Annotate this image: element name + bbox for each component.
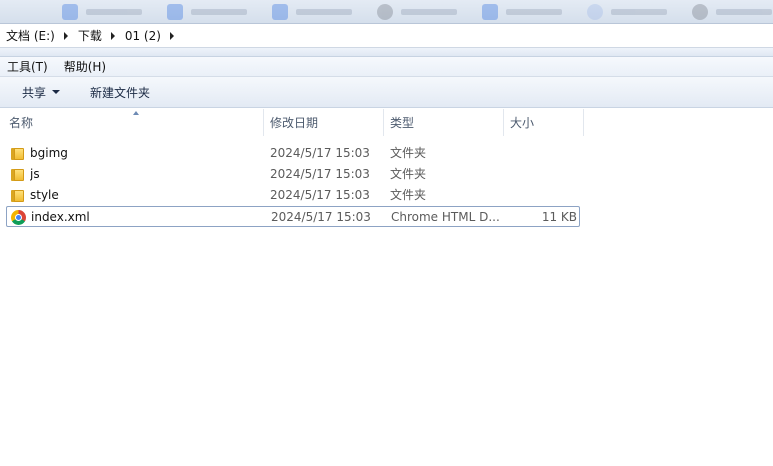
share-button[interactable]: 共享 (22, 84, 61, 101)
column-header-type[interactable]: 类型 (384, 109, 504, 136)
taskbar-tab[interactable] (375, 2, 475, 22)
app-icon (377, 4, 393, 20)
breadcrumb-item-folder[interactable]: 01 (2) (125, 29, 161, 43)
folder-icon (11, 167, 25, 181)
column-header-name[interactable]: 名称 (3, 109, 264, 136)
file-type: Chrome HTML D... (391, 210, 500, 224)
address-bar[interactable]: 文档 (E:) 下载 01 (2) (0, 24, 773, 48)
menu-tools[interactable]: 工具(T) (7, 58, 48, 75)
taskbar-tab[interactable] (270, 2, 370, 22)
file-row[interactable]: bgimg 2024/5/17 15:03 文件夹 (6, 143, 580, 164)
file-type: 文件夹 (390, 167, 427, 181)
file-type: 文件夹 (390, 146, 427, 160)
file-name: js (30, 167, 40, 181)
folder-icon (11, 146, 25, 160)
file-modified: 2024/5/17 15:03 (271, 210, 371, 224)
file-type: 文件夹 (390, 188, 427, 202)
menu-bar: 工具(T) 帮助(H) (0, 57, 773, 77)
file-name: bgimg (30, 146, 68, 160)
taskbar-tab[interactable] (480, 2, 580, 22)
file-row[interactable]: style 2024/5/17 15:03 文件夹 (6, 185, 580, 206)
folder-icon (11, 188, 25, 202)
file-name: style (30, 188, 59, 202)
app-icon (587, 4, 603, 20)
file-size (504, 164, 576, 185)
taskbar-tab[interactable] (690, 2, 773, 22)
search-strip (0, 48, 773, 57)
app-icon (272, 4, 288, 20)
taskbar-tab[interactable] (585, 2, 685, 22)
chevron-right-icon[interactable] (63, 31, 68, 40)
file-size: 11 KB (541, 210, 577, 224)
app-icon (692, 4, 708, 20)
column-header-modified[interactable]: 修改日期 (264, 109, 384, 136)
chrome-icon (11, 210, 26, 225)
breadcrumb-item-downloads[interactable]: 下载 (78, 27, 102, 44)
file-size (504, 143, 576, 164)
menu-help[interactable]: 帮助(H) (64, 58, 106, 75)
chevron-right-icon[interactable] (169, 31, 174, 40)
app-icon (482, 4, 498, 20)
column-headers: 名称 修改日期 类型 大小 (0, 109, 773, 136)
file-modified: 2024/5/17 15:03 (270, 188, 370, 202)
file-row-selected[interactable]: index.xml 2024/5/17 15:03 Chrome HTML D.… (6, 206, 580, 227)
column-header-size[interactable]: 大小 (504, 109, 584, 136)
file-name: index.xml (31, 210, 90, 224)
app-icon (167, 4, 183, 20)
app-icon (62, 4, 78, 20)
taskbar-tab[interactable] (165, 2, 265, 22)
new-folder-button-label: 新建文件夹 (90, 85, 151, 100)
file-modified: 2024/5/17 15:03 (270, 146, 370, 160)
file-row[interactable]: js 2024/5/17 15:03 文件夹 (6, 164, 580, 185)
sort-ascending-icon (133, 111, 139, 115)
chevron-down-icon (52, 90, 61, 94)
new-folder-button[interactable]: 新建文件夹 (90, 84, 150, 101)
share-button-label: 共享 (22, 85, 47, 100)
breadcrumb: 文档 (E:) 下载 01 (2) (6, 24, 184, 48)
breadcrumb-item-drive[interactable]: 文档 (E:) (6, 27, 55, 44)
window-tabs-strip (0, 0, 773, 24)
file-size (504, 185, 576, 206)
taskbar-tab[interactable] (60, 2, 160, 22)
chevron-right-icon[interactable] (110, 31, 115, 40)
file-modified: 2024/5/17 15:03 (270, 167, 370, 181)
command-toolbar: 共享 新建文件夹 (0, 77, 773, 108)
